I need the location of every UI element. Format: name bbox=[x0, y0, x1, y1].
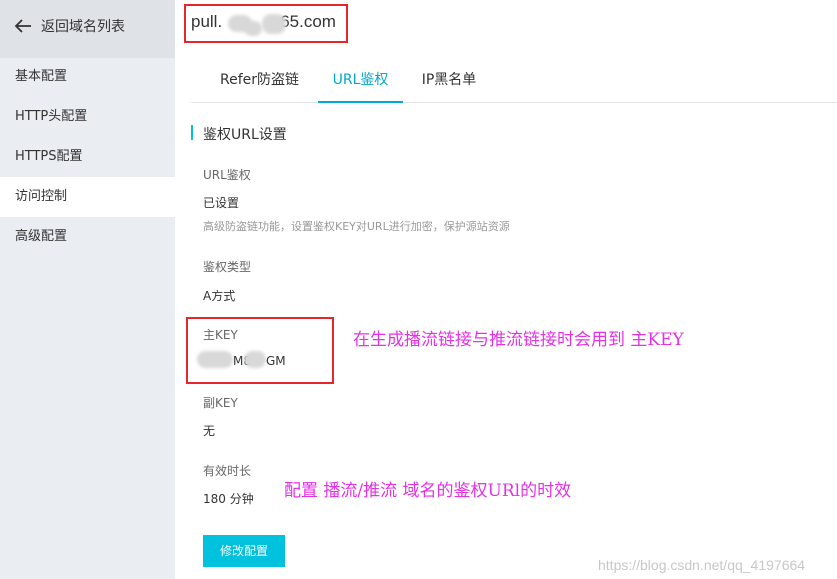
url-auth-label: URL鉴权 bbox=[203, 168, 251, 182]
watermark: https://blog.csdn.net/qq_4197664 bbox=[598, 557, 806, 573]
tab-bar: Refer防盗链 URL鉴权 IP黑名单 bbox=[191, 58, 837, 103]
redaction-blur bbox=[197, 351, 233, 368]
domain-prefix: pull. bbox=[191, 12, 223, 31]
auth-type-value: A方式 bbox=[203, 289, 236, 303]
main-key-annotation: 在生成播流链接与推流链接时会用到 主KEY bbox=[353, 330, 684, 350]
validity-label: 有效时长 bbox=[203, 464, 252, 478]
domain-suffix: 65.com bbox=[280, 12, 336, 31]
section-accent-bar bbox=[191, 125, 193, 140]
sidebar-item-https[interactable]: HTTPS配置 bbox=[0, 137, 175, 177]
auth-type-label: 鉴权类型 bbox=[203, 260, 252, 274]
sidebar-item-access-control[interactable]: 访问控制 bbox=[0, 177, 175, 217]
redaction-blur bbox=[244, 351, 266, 368]
main-key-label: 主KEY bbox=[203, 328, 238, 342]
sidebar-item-http-header[interactable]: HTTP头配置 bbox=[0, 97, 175, 137]
redaction-blur bbox=[262, 14, 286, 34]
backup-key-value: 无 bbox=[203, 424, 216, 438]
validity-annotation: 配置 播流/推流 域名的鉴权URl的时效 bbox=[284, 481, 572, 501]
section-title: 鉴权URL设置 bbox=[203, 127, 287, 143]
redaction-blur bbox=[244, 21, 262, 36]
tab-refer-hotlink[interactable]: Refer防盗链 bbox=[201, 58, 318, 103]
tab-ip-blacklist[interactable]: IP黑名单 bbox=[409, 58, 489, 103]
sidebar-item-advanced[interactable]: 高级配置 bbox=[0, 217, 175, 257]
back-label: 返回域名列表 bbox=[41, 19, 125, 35]
sidebar: 返回域名列表 基本配置 HTTP头配置 HTTPS配置 访问控制 高级配置 bbox=[0, 0, 175, 579]
validity-value: 180 分钟 bbox=[203, 492, 254, 506]
sidebar-item-basic-config[interactable]: 基本配置 bbox=[0, 57, 175, 97]
arrow-left-icon bbox=[14, 19, 31, 33]
tab-url-auth[interactable]: URL鉴权 bbox=[318, 58, 403, 103]
main-key-fragment-2: GM bbox=[266, 354, 286, 368]
url-auth-hint: 高级防盗链功能，设置鉴权KEY对URL进行加密，保护源站资源 bbox=[203, 220, 510, 233]
back-to-domain-list-button[interactable]: 返回域名列表 bbox=[0, 0, 175, 58]
modify-config-button[interactable]: 修改配置 bbox=[203, 535, 285, 567]
url-auth-value: 已设置 bbox=[203, 196, 240, 210]
backup-key-label: 副KEY bbox=[203, 396, 238, 410]
